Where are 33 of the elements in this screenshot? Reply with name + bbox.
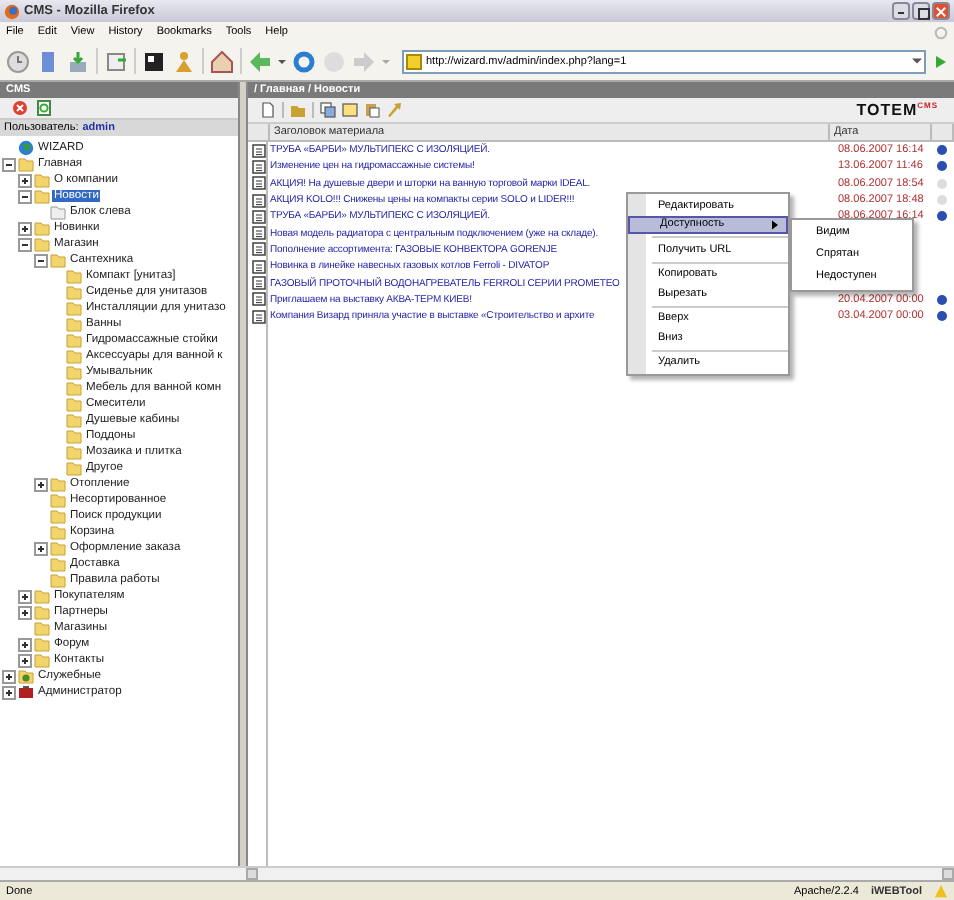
minimize-button[interactable] bbox=[892, 2, 910, 20]
refresh-icon[interactable] bbox=[292, 49, 316, 73]
refresh-icon[interactable] bbox=[36, 100, 52, 116]
expand-toggle[interactable] bbox=[34, 541, 48, 555]
grid-icon[interactable] bbox=[142, 49, 166, 73]
close-icon[interactable] bbox=[12, 100, 28, 116]
expand-toggle[interactable] bbox=[2, 685, 16, 699]
globe-icon bbox=[18, 140, 34, 156]
caret-icon[interactable] bbox=[912, 56, 922, 66]
expand-toggle[interactable] bbox=[18, 653, 32, 667]
home-icon[interactable] bbox=[210, 49, 234, 73]
copy-icon[interactable] bbox=[320, 102, 336, 118]
expand-toggle[interactable] bbox=[18, 605, 32, 619]
download-icon[interactable] bbox=[66, 49, 90, 73]
expand-toggle[interactable] bbox=[18, 637, 32, 651]
throbber-icon bbox=[934, 25, 948, 39]
expand-toggle[interactable] bbox=[18, 589, 32, 603]
expand-toggle[interactable] bbox=[2, 669, 16, 683]
caret-icon[interactable] bbox=[278, 57, 286, 65]
expand-toggle[interactable] bbox=[34, 477, 48, 491]
paste-icon[interactable] bbox=[364, 102, 380, 118]
expand-toggle[interactable] bbox=[18, 221, 32, 235]
collapse-toggle[interactable] bbox=[18, 237, 32, 251]
collapse-toggle[interactable] bbox=[2, 157, 16, 171]
firefox-icon bbox=[4, 3, 20, 19]
close-button[interactable] bbox=[932, 2, 950, 20]
maximize-button[interactable] bbox=[912, 2, 930, 20]
expand-toggle[interactable] bbox=[18, 173, 32, 187]
clock-icon[interactable] bbox=[6, 49, 30, 73]
collapse-toggle[interactable] bbox=[34, 253, 48, 267]
collapse-toggle[interactable] bbox=[18, 189, 32, 203]
go-arrow-icon[interactable] bbox=[932, 53, 948, 69]
briefcase-icon bbox=[18, 684, 34, 700]
